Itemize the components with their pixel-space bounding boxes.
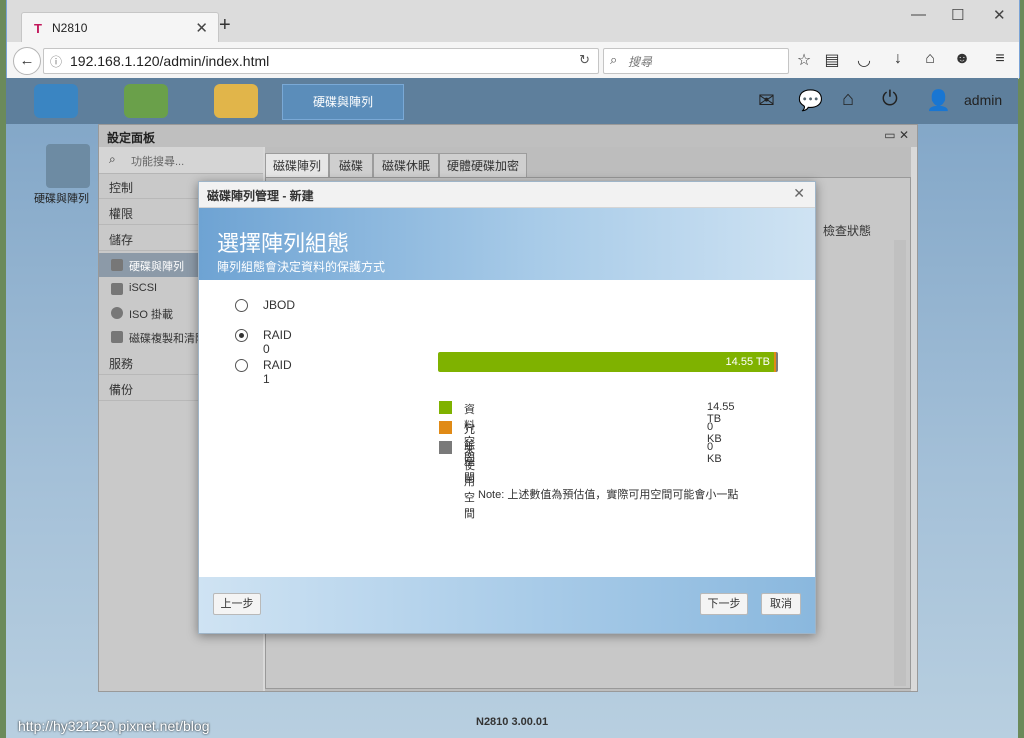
legend-swatch [439, 421, 452, 434]
status-text: N2810 3.00.01 [476, 716, 549, 728]
pocket-icon[interactable]: ◡ [853, 50, 875, 70]
raid-create-dialog: 磁碟陣列管理 - 新建 ✕ 選擇陣列組態 陣列組態會決定資料的保護方式 JBOD… [198, 181, 816, 634]
function-search-placeholder: 功能搜尋... [131, 156, 185, 168]
info-icon[interactable]: ⓘ [50, 53, 62, 70]
new-tab-button[interactable]: + [219, 14, 231, 37]
tab-hw-encryption[interactable]: 硬體硬碟加密 [439, 153, 527, 179]
minimize-icon[interactable]: — [911, 6, 926, 23]
back-button[interactable]: ← [13, 47, 41, 75]
panel-header: 設定面板 ▭ ✕ [99, 125, 917, 147]
option-label: RAID 0 [263, 328, 292, 356]
download-icon[interactable]: ↓ [887, 50, 909, 68]
cloud-app-icon[interactable] [34, 84, 78, 118]
dialog-subheading: 陣列組態會決定資料的保護方式 [217, 260, 386, 274]
dialog-footer: 上一步 下一步 取消 [199, 577, 815, 633]
app-topbar: 硬碟與陣列 ✉ 💬 ⌂ ⏻ 👤 admin [6, 78, 1018, 124]
tab-title: N2810 [52, 21, 88, 35]
site-logo-icon: T [34, 21, 42, 36]
legend-label: 未使用空間 [464, 444, 475, 520]
close-icon[interactable]: ✕ [793, 185, 805, 202]
tab-strip: T N2810 ✕ + — ☐ ✕ [7, 0, 1019, 43]
user-icon[interactable]: 👤 [926, 88, 951, 113]
storage-desktop-icon[interactable] [46, 144, 90, 188]
tab-disk-sleep[interactable]: 磁碟休眠 [373, 153, 439, 179]
back-button[interactable]: 上一步 [213, 593, 261, 615]
search-placeholder: 搜尋 [628, 55, 653, 69]
tab-raid[interactable]: 磁碟陣列 [265, 153, 329, 179]
close-window-icon[interactable]: ✕ [993, 6, 1006, 24]
panel-window-icons[interactable]: ▭ ✕ [884, 128, 909, 142]
chat-icon[interactable]: 💬 [798, 88, 823, 113]
legend-swatch [439, 441, 452, 454]
scrollbar[interactable] [894, 240, 906, 686]
radio-raid1[interactable] [235, 359, 248, 372]
admin-label[interactable]: admin [964, 92, 1002, 108]
menu-icon[interactable]: ≡ [989, 50, 1011, 68]
estimate-note: Note: 上述數值為預估值，實際可用空間可能會小一點 [478, 489, 739, 501]
apps-icon[interactable] [124, 84, 168, 118]
cancel-button[interactable]: 取消 [761, 593, 801, 615]
legend-value: 0 KB [707, 441, 722, 465]
url-bar[interactable]: ⓘ 192.168.1.120/admin/index.html ↻ [43, 48, 599, 74]
option-label: RAID 1 [263, 358, 292, 386]
desktop-icon-label: 硬碟與陣列 [34, 193, 89, 205]
url-text: 192.168.1.120/admin/index.html [70, 53, 270, 69]
clipboard-icon[interactable]: ▤ [821, 50, 843, 70]
search-icon: ⌕ [610, 52, 618, 67]
capacity-bar: 14.55 TB [438, 352, 778, 372]
dialog-header: 磁碟陣列管理 - 新建 ✕ [199, 182, 815, 208]
capacity-bar-label: 14.55 TB [725, 356, 770, 368]
panel-title: 設定面板 [107, 131, 156, 145]
mail-icon[interactable]: ✉ [758, 88, 775, 113]
bookmark-star-icon[interactable]: ☆ [793, 50, 815, 70]
tab-disk[interactable]: 磁碟 [329, 153, 373, 179]
option-label: JBOD [263, 298, 296, 312]
search-input[interactable]: ⌕ 搜尋 [603, 48, 789, 74]
home-icon[interactable]: ⌂ [919, 50, 941, 68]
watermark-text: http://hy321250.pixnet.net/blog [18, 718, 210, 734]
sync-icon[interactable]: ☻ [951, 50, 973, 68]
capacity-bar-fill [438, 352, 775, 372]
close-tab-icon[interactable]: ✕ [195, 19, 208, 37]
browser-tab[interactable]: T N2810 ✕ [21, 12, 219, 43]
radio-jbod[interactable] [235, 299, 248, 312]
active-app-tab[interactable]: 硬碟與陣列 [282, 84, 404, 120]
unused-marker [776, 352, 778, 372]
nav-bar: ← ⓘ 192.168.1.120/admin/index.html ↻ ⌕ 搜… [7, 42, 1019, 79]
radio-raid0[interactable] [235, 329, 248, 342]
dialog-banner: 選擇陣列組態 陣列組態會決定資料的保護方式 [199, 208, 815, 280]
legend-swatch [439, 401, 452, 414]
next-button[interactable]: 下一步 [700, 593, 748, 615]
search-icon: ⌕ [109, 152, 116, 166]
column-header-status[interactable]: 檢查狀態 [814, 216, 885, 240]
function-search[interactable]: ⌕ 功能搜尋... [99, 147, 263, 174]
reload-icon[interactable]: ↻ [579, 52, 590, 68]
browser-window: T N2810 ✕ + — ☐ ✕ ← ⓘ 192.168.1.120/admi… [6, 0, 1020, 79]
power-icon[interactable]: ⏻ [882, 88, 898, 111]
monitor-icon[interactable]: ⌂ [842, 88, 854, 111]
folder-icon[interactable] [214, 84, 258, 118]
dialog-heading: 選擇陣列組態 [217, 231, 350, 256]
maximize-icon[interactable]: ☐ [951, 6, 964, 24]
dialog-title: 磁碟陣列管理 - 新建 [207, 189, 314, 203]
